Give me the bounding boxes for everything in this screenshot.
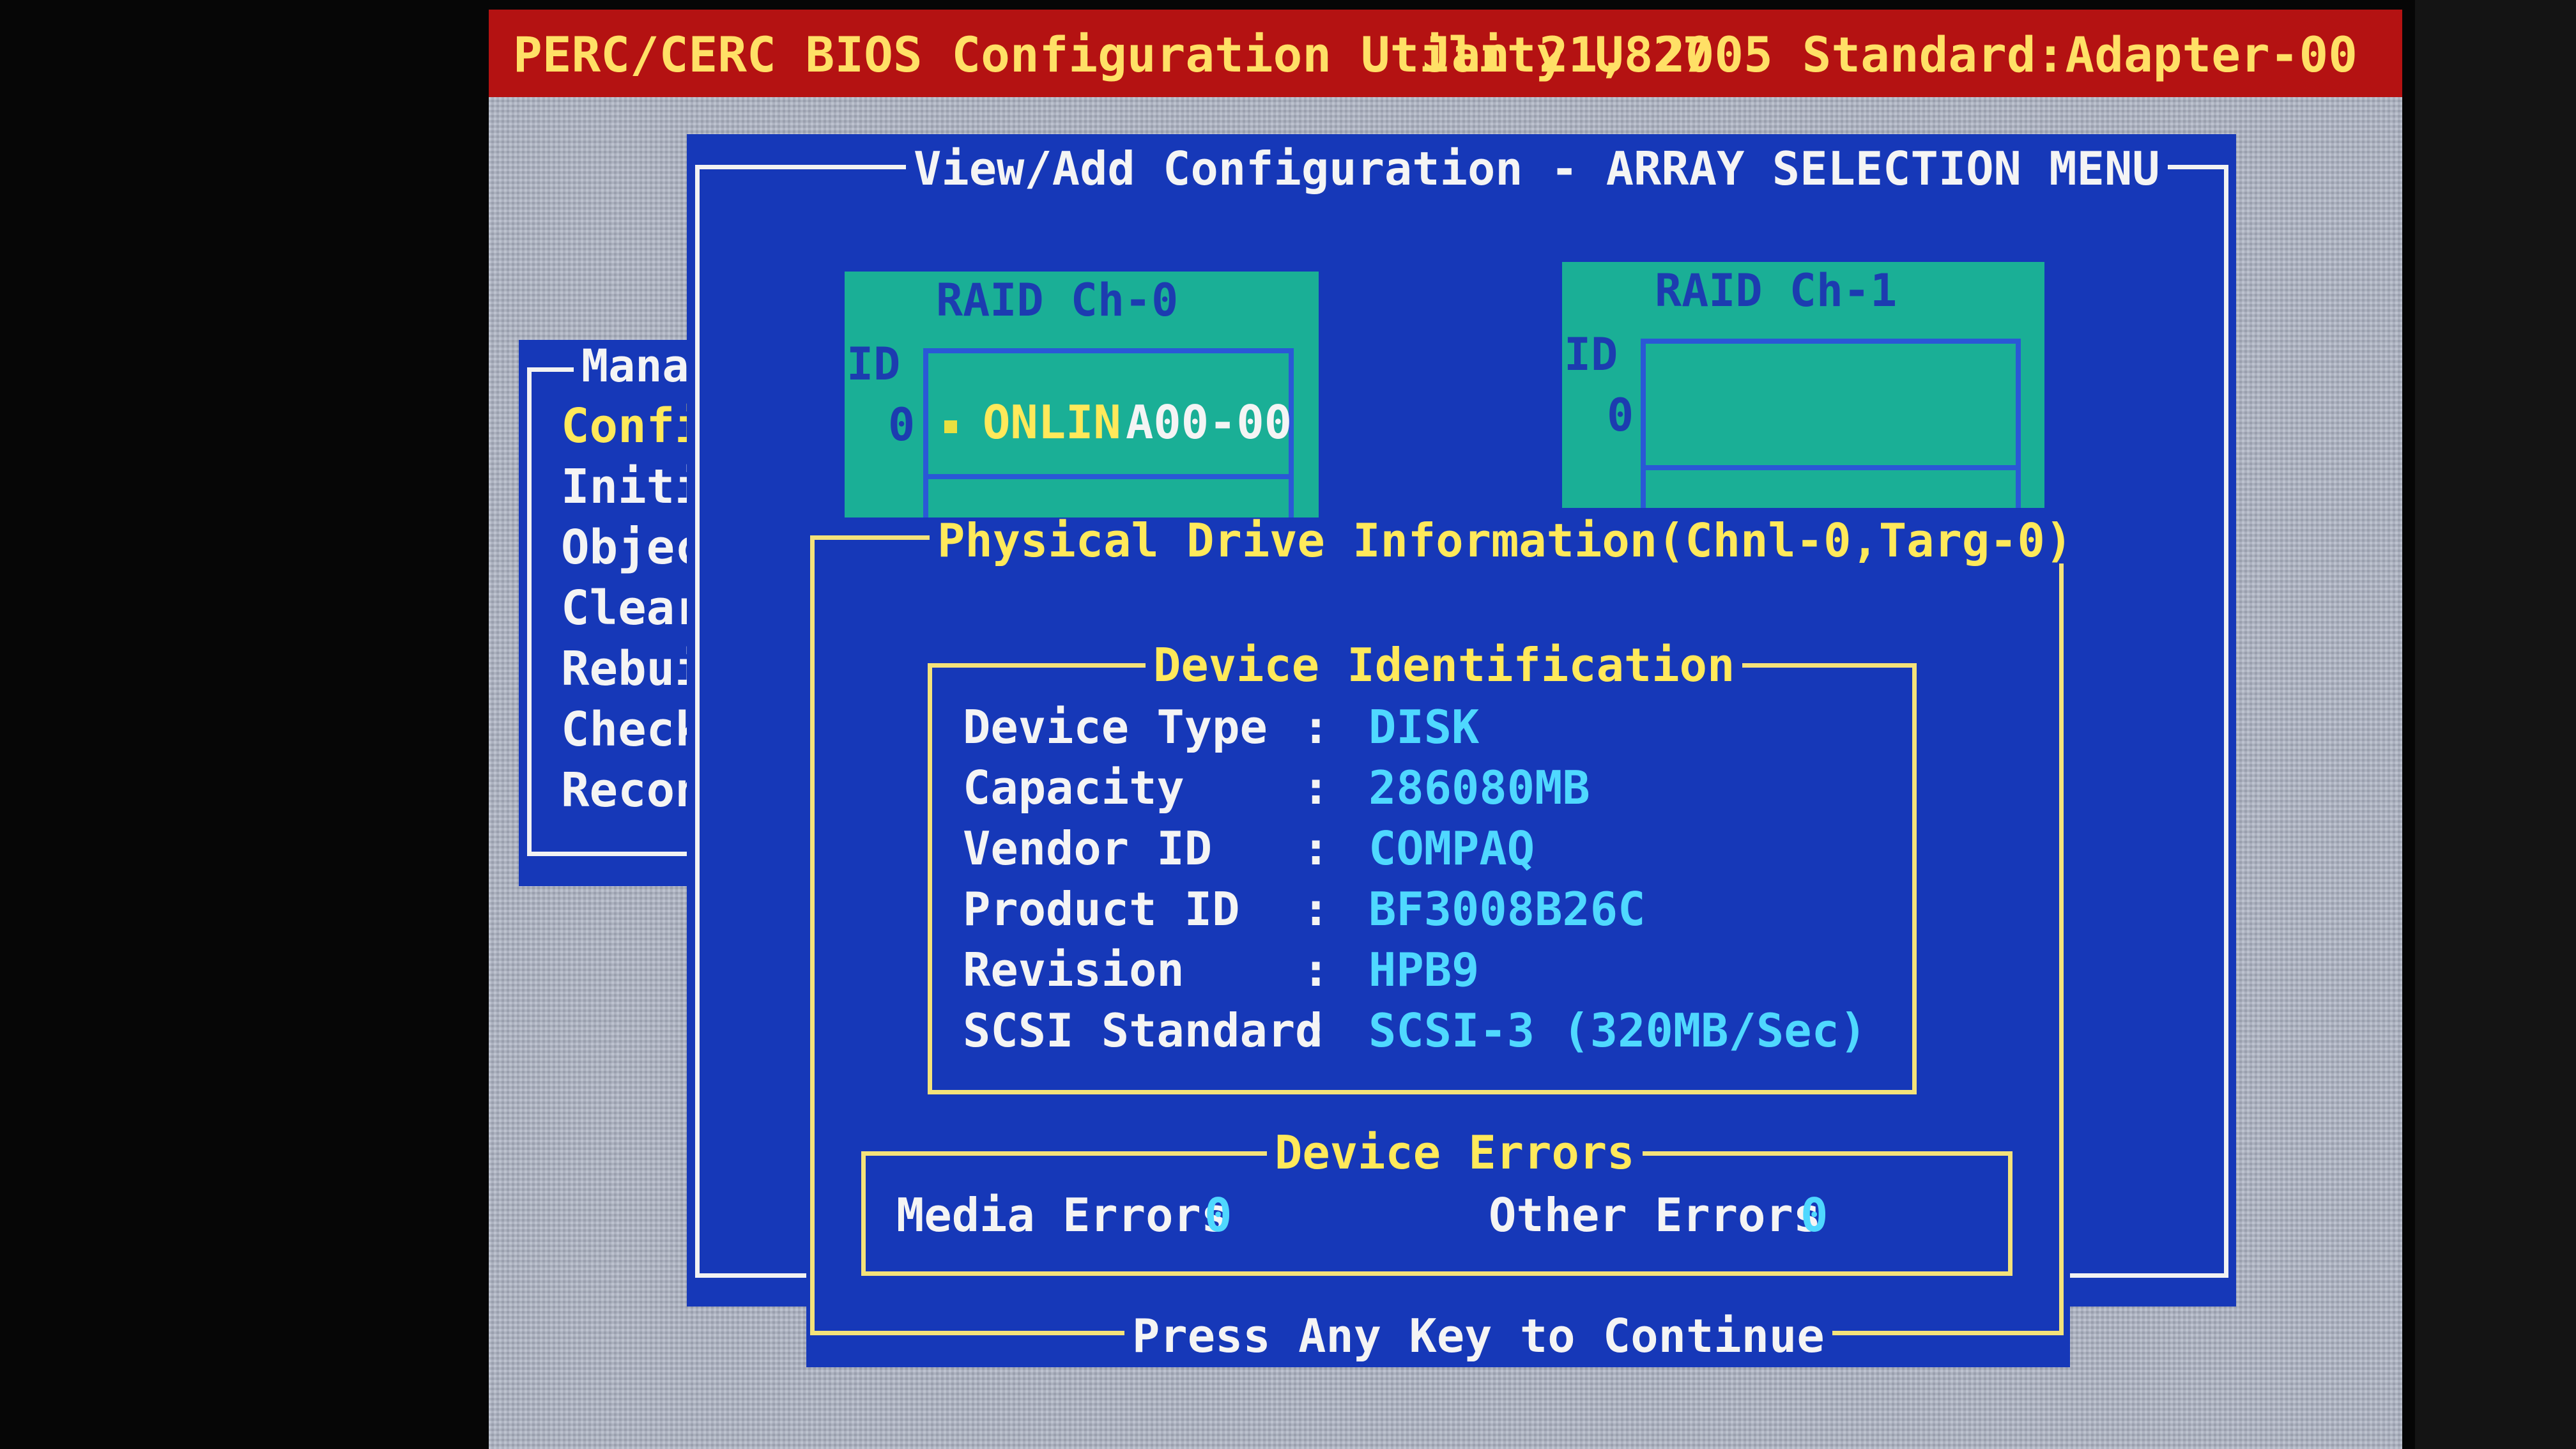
main-menu-item[interactable]: Confi xyxy=(561,402,703,450)
date-adapter-label: Jan 21, 2005 Standard:Adapter-00 xyxy=(1422,26,2358,83)
device-field-label: Capacity xyxy=(963,761,1184,815)
device-field-separator: : xyxy=(1302,700,1330,754)
main-menu-item[interactable]: Recon xyxy=(561,767,703,814)
device-identification-title: Device Identification xyxy=(1146,642,1743,688)
media-errors-label: Media Errors xyxy=(896,1188,1229,1242)
device-field-value: HPB9 xyxy=(1368,943,1480,997)
raid-channel-0-title: RAID Ch-0 xyxy=(936,274,1179,326)
device-field-value: 286080MB xyxy=(1368,761,1590,815)
array-menu-title: View/Add Configuration - ARRAY SELECTION… xyxy=(906,146,2168,192)
drive-state[interactable]: ONLIN xyxy=(983,399,1121,445)
main-menu-item[interactable]: Check xyxy=(561,706,703,753)
device-field-label: Vendor ID xyxy=(963,822,1213,875)
raid-channel-1-slot[interactable] xyxy=(1641,339,2021,508)
raid-channel-1-title: RAID Ch-1 xyxy=(1655,264,1897,317)
raid-channel-0-slot-line xyxy=(928,474,1289,479)
drive-status-indicator-icon xyxy=(944,420,957,433)
device-field-separator: : xyxy=(1302,943,1330,997)
device-field-separator: : xyxy=(1302,822,1330,875)
other-errors-value: 0 xyxy=(1800,1188,1828,1242)
device-field-label: Device Type xyxy=(963,700,1268,754)
main-menu-item[interactable]: Objec xyxy=(561,524,703,571)
other-errors-label: Other Errors xyxy=(1489,1188,1821,1242)
press-any-key-prompt[interactable]: Press Any Key to Continue xyxy=(1124,1313,1832,1359)
media-errors-value: 0 xyxy=(1204,1188,1232,1242)
device-field-label: Product ID xyxy=(963,882,1240,936)
device-field-separator: : xyxy=(1302,882,1330,936)
device-field-separator: : xyxy=(1302,761,1330,815)
device-field-value: DISK xyxy=(1368,700,1480,754)
device-field-value: BF3008B26C xyxy=(1368,882,1646,936)
drive-array-label[interactable]: A00-00 xyxy=(1126,399,1292,445)
raid-channel-0-id-label: ID xyxy=(847,338,901,390)
drive-info-title: Physical Drive Information(Chnl-0,Targ-0… xyxy=(930,518,2081,564)
device-field-value: COMPAQ xyxy=(1368,822,1535,875)
raid-channel-1-slot-line xyxy=(1646,465,2016,470)
monitor-bezel xyxy=(2415,0,2576,1449)
main-menu-item[interactable]: Rebui xyxy=(561,645,703,693)
title-bar: PERC/CERC BIOS Configuration Utility U82… xyxy=(489,10,2402,97)
device-field-value: SCSI-3 (320MB/Sec) xyxy=(1368,1004,1867,1057)
device-field-label: SCSI Standard xyxy=(963,1004,1323,1057)
raid-channel-0-id-value: 0 xyxy=(888,399,916,451)
device-field-separator: : xyxy=(1302,1004,1330,1057)
main-menu-item[interactable]: Initi xyxy=(561,463,703,510)
device-errors-title: Device Errors xyxy=(1267,1130,1643,1176)
raid-channel-1-id-value: 0 xyxy=(1607,389,1634,441)
main-menu-title: Mana xyxy=(574,344,697,388)
main-menu-item[interactable]: Clear xyxy=(561,585,703,632)
raid-channel-1-id-label: ID xyxy=(1564,328,1618,381)
device-field-label: Revision xyxy=(963,943,1184,997)
